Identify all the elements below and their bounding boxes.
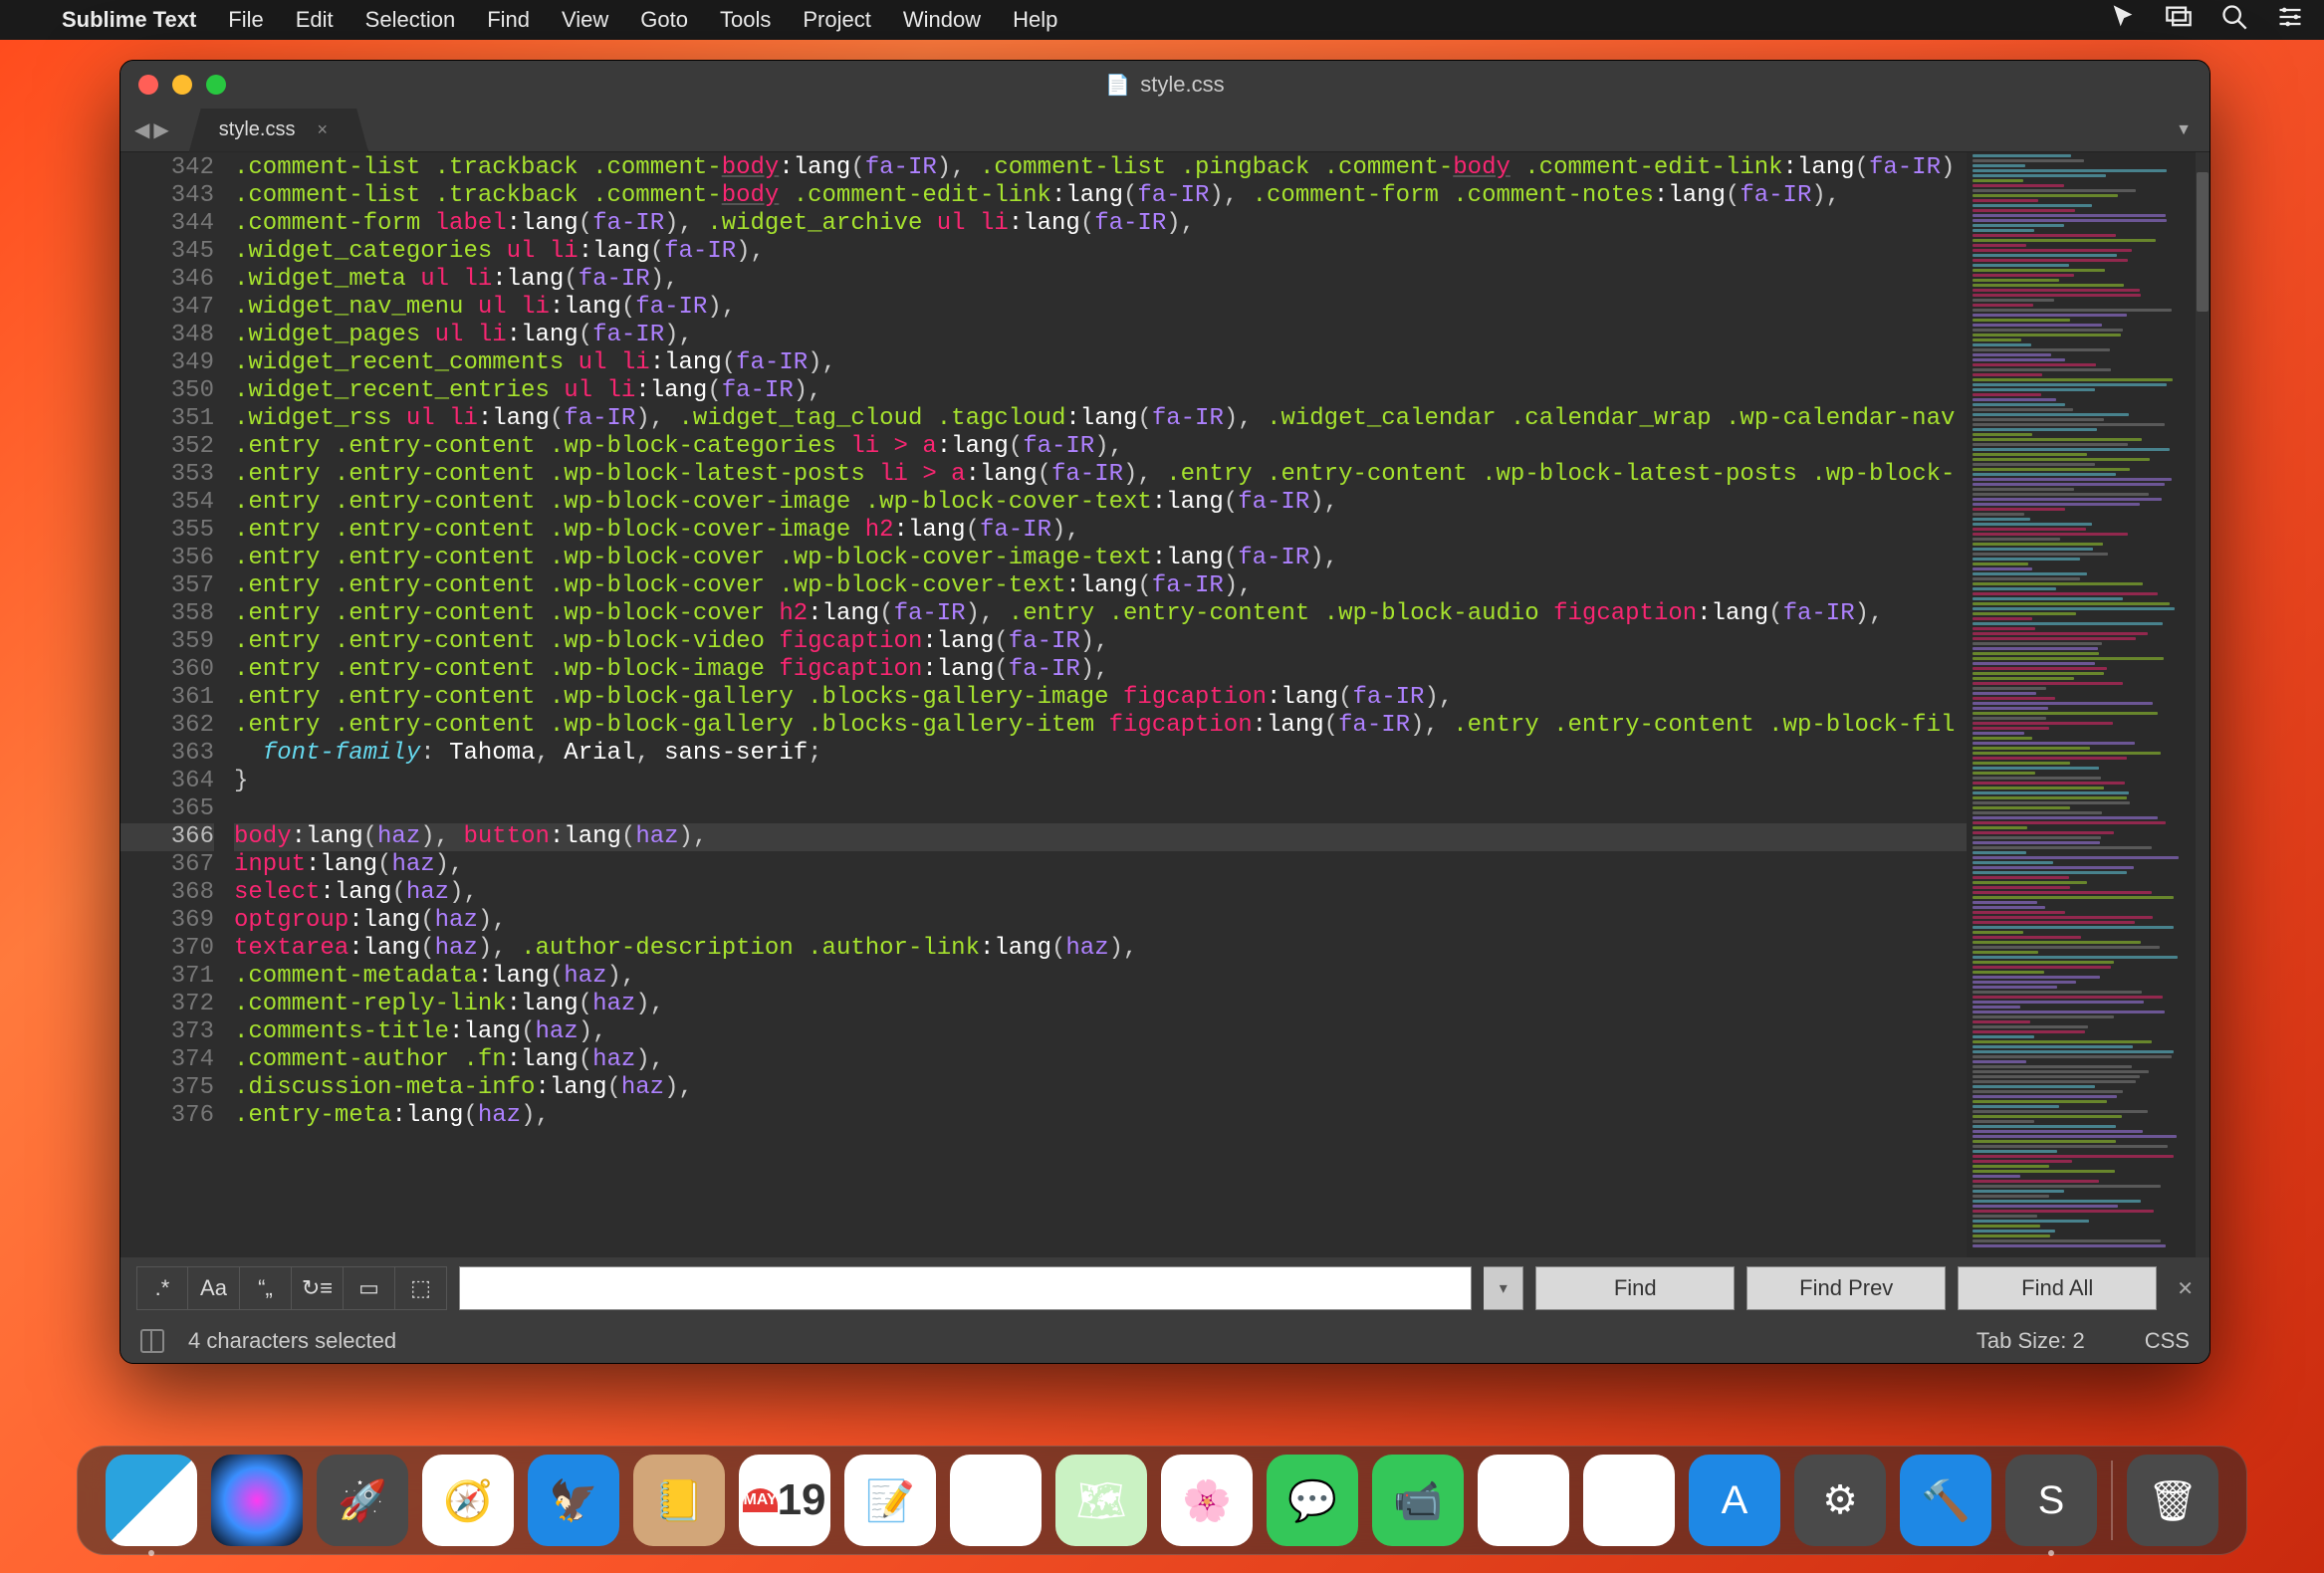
dock-app-facetime[interactable]: 📹 <box>1372 1455 1464 1546</box>
editor-window: 📄 style.css ◀ ▶ style.css × ▼ 3423433443… <box>119 60 2210 1364</box>
dock-app-photos[interactable]: 🌸 <box>1161 1455 1253 1546</box>
menu-selection[interactable]: Selection <box>365 7 456 33</box>
dock-app-calendar[interactable]: MAY19 <box>739 1455 830 1546</box>
dock-app-safari[interactable]: 🧭 <box>422 1455 514 1546</box>
menu-find[interactable]: Find <box>487 7 530 33</box>
menu-view[interactable]: View <box>562 7 608 33</box>
status-syntax[interactable]: CSS <box>2145 1328 2190 1354</box>
find-all-button[interactable]: Find All <box>1958 1266 2157 1310</box>
control-center-icon[interactable] <box>2276 3 2304 37</box>
dock-app-finder[interactable] <box>106 1455 197 1546</box>
editor[interactable]: 3423433443453463473483493503513523533543… <box>120 152 2209 1257</box>
menu-window[interactable]: Window <box>903 7 981 33</box>
dock-app-maps[interactable]: 🗺 <box>1055 1455 1147 1546</box>
status-selection: 4 characters selected <box>188 1328 396 1354</box>
dock-app-messages[interactable]: 💬 <box>1267 1455 1358 1546</box>
spotlight-icon[interactable] <box>2220 3 2248 37</box>
document-icon: 📄 <box>1105 73 1130 98</box>
dock-app-notes[interactable]: 📝 <box>844 1455 936 1546</box>
code-area[interactable]: .comment-list .trackback .comment-body:l… <box>228 152 2209 1257</box>
find-button[interactable]: Find <box>1535 1266 1735 1310</box>
dock-app-siri[interactable] <box>211 1455 303 1546</box>
window-controls <box>138 75 226 95</box>
screen-mirror-icon[interactable] <box>2165 3 2193 37</box>
tab-style-css[interactable]: style.css × <box>189 109 368 152</box>
find-wrap-toggle[interactable]: ↻≡ <box>292 1266 344 1310</box>
macos-dock: 🚀 🧭 🦅 📒 MAY19 📝 ☑ 🗺 🌸 💬 📹 N ♪ A ⚙ 🔨 S 🗑 <box>77 1446 2247 1555</box>
find-case-toggle[interactable]: Aa <box>188 1266 240 1310</box>
window-zoom-button[interactable] <box>206 75 226 95</box>
dock-app-settings[interactable]: ⚙ <box>1794 1455 1886 1546</box>
menu-edit[interactable]: Edit <box>296 7 334 33</box>
window-minimize-button[interactable] <box>172 75 192 95</box>
tab-overflow-icon[interactable]: ▼ <box>2176 121 2192 139</box>
scrollbar-thumb[interactable] <box>2197 172 2208 312</box>
find-panel: .* Aa “„ ↻≡ ▭ ⬚ ▾ Find Find Prev Find Al… <box>120 1257 2209 1319</box>
line-number-gutter: 3423433443453463473483493503513523533543… <box>120 152 228 1257</box>
dock-divider <box>2111 1461 2113 1540</box>
sidebar-toggle-icon[interactable] <box>140 1329 164 1353</box>
menu-file[interactable]: File <box>228 7 263 33</box>
find-close-button[interactable]: ✕ <box>2177 1276 2194 1301</box>
dock-app-news[interactable]: N <box>1478 1455 1569 1546</box>
find-prev-button[interactable]: Find Prev <box>1746 1266 1946 1310</box>
app-menu[interactable]: Sublime Text <box>62 7 196 33</box>
status-tab-size[interactable]: Tab Size: 2 <box>1976 1328 2085 1354</box>
dock-app-appstore[interactable]: A <box>1689 1455 1780 1546</box>
dock-app-xcode[interactable]: 🔨 <box>1900 1455 1991 1546</box>
minimap[interactable] <box>1967 152 2196 1257</box>
find-whole-word-toggle[interactable]: “„ <box>240 1266 292 1310</box>
menu-goto[interactable]: Goto <box>640 7 688 33</box>
window-titlebar[interactable]: 📄 style.css <box>120 61 2209 109</box>
menu-tools[interactable]: Tools <box>720 7 771 33</box>
window-close-button[interactable] <box>138 75 158 95</box>
dock-app-mail[interactable]: 🦅 <box>528 1455 619 1546</box>
tab-history-forward-icon[interactable]: ▶ <box>153 117 168 142</box>
dock-trash[interactable]: 🗑 <box>2127 1455 2218 1546</box>
dock-app-reminders[interactable]: ☑ <box>950 1455 1042 1546</box>
tab-bar: ◀ ▶ style.css × ▼ <box>120 109 2209 152</box>
find-highlight-toggle[interactable]: ⬚ <box>395 1266 447 1310</box>
find-history-dropdown[interactable]: ▾ <box>1484 1266 1523 1310</box>
find-in-selection-toggle[interactable]: ▭ <box>344 1266 395 1310</box>
vertical-scrollbar[interactable] <box>2196 152 2209 1257</box>
tab-history-back-icon[interactable]: ◀ <box>134 117 149 142</box>
status-bar: 4 characters selected Tab Size: 2 CSS <box>120 1319 2209 1363</box>
find-regex-toggle[interactable]: .* <box>136 1266 188 1310</box>
tab-close-button[interactable]: × <box>317 119 328 140</box>
tab-label: style.css <box>219 118 296 141</box>
window-title: style.css <box>1140 72 1224 98</box>
find-input[interactable] <box>459 1266 1472 1310</box>
dock-app-launchpad[interactable]: 🚀 <box>317 1455 408 1546</box>
dock-app-sublimetext[interactable]: S <box>2005 1455 2097 1546</box>
cursor-icon[interactable] <box>2109 3 2137 37</box>
dock-app-music[interactable]: ♪ <box>1583 1455 1675 1546</box>
menu-project[interactable]: Project <box>803 7 870 33</box>
dock-app-contacts[interactable]: 📒 <box>633 1455 725 1546</box>
menu-help[interactable]: Help <box>1013 7 1057 33</box>
macos-menubar: Sublime Text File Edit Selection Find Vi… <box>0 0 2324 40</box>
